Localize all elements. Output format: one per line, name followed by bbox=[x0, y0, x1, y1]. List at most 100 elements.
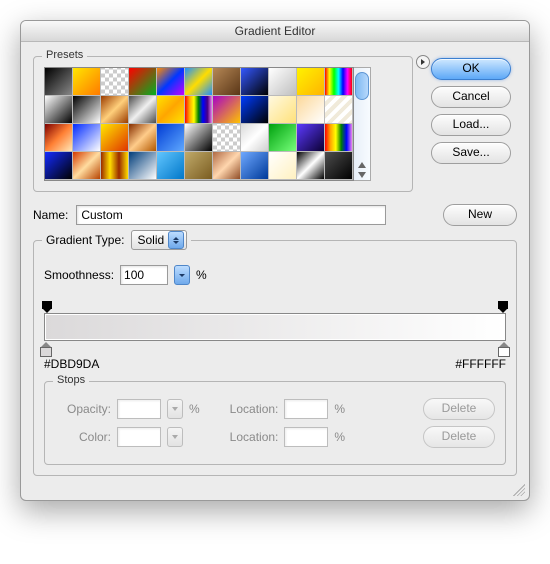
preset-swatch[interactable] bbox=[325, 152, 353, 180]
preset-swatch[interactable] bbox=[73, 68, 101, 96]
smoothness-label: Smoothness: bbox=[44, 268, 114, 282]
preset-swatch[interactable] bbox=[45, 124, 73, 152]
left-stop-hex: #DBD9DA bbox=[44, 357, 99, 371]
preset-swatch[interactable] bbox=[157, 68, 185, 96]
smoothness-row: Smoothness: % bbox=[44, 265, 506, 285]
preset-swatch[interactable] bbox=[241, 96, 269, 124]
color-location-input bbox=[284, 427, 328, 447]
preset-swatch[interactable] bbox=[269, 124, 297, 152]
preset-swatch[interactable] bbox=[129, 152, 157, 180]
scrollbar-thumb[interactable] bbox=[355, 72, 369, 100]
preset-swatch[interactable] bbox=[73, 152, 101, 180]
preset-swatch[interactable] bbox=[325, 124, 353, 152]
preset-swatch[interactable] bbox=[213, 152, 241, 180]
opacity-stop-right[interactable] bbox=[498, 301, 508, 311]
preset-swatch[interactable] bbox=[241, 152, 269, 180]
color-label: Color: bbox=[55, 430, 111, 444]
opacity-stop-left[interactable] bbox=[42, 301, 52, 311]
scroll-down-icon[interactable] bbox=[358, 172, 366, 178]
preset-swatch[interactable] bbox=[73, 124, 101, 152]
preset-swatch[interactable] bbox=[157, 124, 185, 152]
preset-swatch[interactable] bbox=[297, 152, 325, 180]
preset-swatch[interactable] bbox=[185, 124, 213, 152]
presets-legend: Presets bbox=[42, 49, 87, 61]
preset-swatch[interactable] bbox=[269, 68, 297, 96]
preset-swatch[interactable] bbox=[325, 68, 353, 96]
color-location-unit: % bbox=[334, 430, 345, 444]
preset-swatch[interactable] bbox=[269, 152, 297, 180]
preset-swatch[interactable] bbox=[129, 96, 157, 124]
preset-swatch[interactable] bbox=[101, 96, 129, 124]
save-button[interactable]: Save... bbox=[431, 142, 511, 164]
preset-swatch[interactable] bbox=[213, 124, 241, 152]
color-stepper-icon bbox=[167, 427, 183, 447]
opacity-input bbox=[117, 399, 161, 419]
preset-swatch[interactable] bbox=[297, 124, 325, 152]
preset-swatch[interactable] bbox=[297, 96, 325, 124]
preset-swatch[interactable] bbox=[185, 96, 213, 124]
presets-menu-icon[interactable] bbox=[416, 55, 430, 69]
preset-swatch[interactable] bbox=[213, 96, 241, 124]
preset-swatch[interactable] bbox=[185, 68, 213, 96]
opacity-location-unit: % bbox=[334, 402, 345, 416]
name-label: Name: bbox=[33, 208, 68, 222]
cancel-button[interactable]: Cancel bbox=[431, 86, 511, 108]
color-stop-right[interactable] bbox=[498, 342, 510, 357]
gradient-type-group: Gradient Type: Solid Smoothness: % bbox=[33, 240, 517, 476]
select-stepper-icon[interactable] bbox=[168, 231, 184, 249]
preset-swatch[interactable] bbox=[45, 152, 73, 180]
new-button[interactable]: New bbox=[443, 204, 517, 226]
opacity-location-input bbox=[284, 399, 328, 419]
load-button[interactable]: Load... bbox=[431, 114, 511, 136]
preset-swatch[interactable] bbox=[269, 96, 297, 124]
preset-swatch-grid bbox=[44, 67, 354, 181]
color-location-label: Location: bbox=[230, 430, 279, 444]
delete-opacity-stop-button: Delete bbox=[423, 398, 495, 420]
smoothness-unit: % bbox=[196, 268, 207, 282]
preset-swatch[interactable] bbox=[73, 96, 101, 124]
preset-swatch[interactable] bbox=[241, 68, 269, 96]
preset-swatch[interactable] bbox=[297, 68, 325, 96]
gradient-bar-area: #DBD9DA #FFFFFF bbox=[44, 303, 506, 371]
gradient-type-label: Gradient Type: bbox=[46, 233, 125, 247]
smoothness-stepper-icon[interactable] bbox=[174, 265, 190, 285]
presets-scrollbar[interactable] bbox=[354, 67, 371, 181]
stops-group: Stops Opacity: % Location: % Delete Colo… bbox=[44, 381, 506, 465]
preset-swatch[interactable] bbox=[101, 152, 129, 180]
color-stop-row: Color: % Location: % Delete bbox=[55, 426, 495, 448]
presets-group: Presets bbox=[33, 56, 413, 192]
preset-swatch[interactable] bbox=[185, 152, 213, 180]
gradient-type-select[interactable]: Solid bbox=[131, 230, 188, 250]
gradient-bar[interactable] bbox=[44, 313, 506, 341]
color-input bbox=[117, 427, 161, 447]
opacity-stop-row: Opacity: % Location: % Delete bbox=[55, 398, 495, 420]
gradient-editor-window: Gradient Editor OK Cancel Load... Save..… bbox=[20, 20, 530, 501]
opacity-unit: % bbox=[189, 402, 200, 416]
preset-swatch[interactable] bbox=[101, 68, 129, 96]
preset-swatch[interactable] bbox=[325, 96, 353, 124]
gradient-type-value: Solid bbox=[138, 233, 165, 247]
stops-legend: Stops bbox=[53, 374, 89, 386]
preset-swatch[interactable] bbox=[241, 124, 269, 152]
smoothness-input[interactable] bbox=[120, 265, 168, 285]
preset-swatch[interactable] bbox=[45, 96, 73, 124]
resize-grip-icon[interactable] bbox=[513, 484, 525, 496]
scroll-up-icon[interactable] bbox=[358, 162, 366, 168]
preset-swatch[interactable] bbox=[129, 124, 157, 152]
opacity-stepper-icon bbox=[167, 399, 183, 419]
preset-swatch[interactable] bbox=[45, 68, 73, 96]
delete-color-stop-button: Delete bbox=[423, 426, 495, 448]
name-input[interactable] bbox=[76, 205, 386, 225]
color-stop-left[interactable] bbox=[40, 342, 52, 357]
right-stop-hex: #FFFFFF bbox=[455, 357, 506, 371]
opacity-label: Opacity: bbox=[55, 402, 111, 416]
ok-button[interactable]: OK bbox=[431, 58, 511, 80]
preset-swatch[interactable] bbox=[213, 68, 241, 96]
preset-swatch[interactable] bbox=[129, 68, 157, 96]
preset-swatch[interactable] bbox=[157, 152, 185, 180]
window-title: Gradient Editor bbox=[21, 21, 529, 42]
preset-swatch[interactable] bbox=[101, 124, 129, 152]
opacity-location-label: Location: bbox=[230, 402, 279, 416]
dialog-buttons: OK Cancel Load... Save... bbox=[431, 58, 511, 164]
preset-swatch[interactable] bbox=[157, 96, 185, 124]
